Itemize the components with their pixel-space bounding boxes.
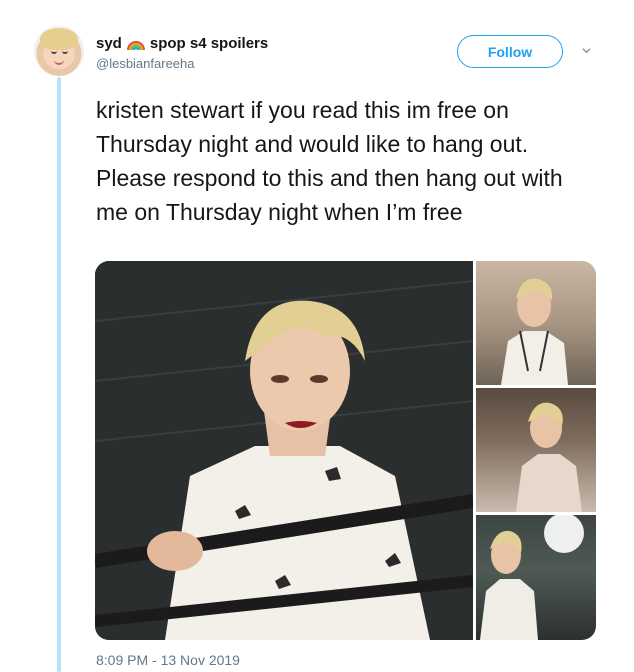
user-handle[interactable]: @lesbianfareeha [96,56,268,71]
photo-main-illustration [95,261,473,640]
photo-thumb-3-illustration [480,515,584,640]
photo-thumb-3[interactable] [476,515,596,640]
display-name-text: syd [96,35,122,52]
avatar[interactable] [34,26,84,76]
media-grid [95,261,596,640]
avatar-eye [51,51,57,54]
tweet-text: kristen stewart if you read this im free… [96,97,563,225]
avatar-hair [40,28,78,50]
rainbow-icon [126,40,145,50]
photo-thumb-1-illustration [501,278,568,385]
chevron-down-icon[interactable] [582,46,591,55]
photo-thumb-2-illustration [516,402,582,512]
display-name-suffix: spop s4 spoilers [149,35,269,52]
display-name[interactable]: syd spop s4 spoilers [96,35,268,52]
avatar-mouth [54,60,64,65]
photo-thumb-2[interactable] [476,388,596,512]
tweet-header: syd spop s4 spoilers @lesbianfareeha [96,35,268,71]
follow-button[interactable]: Follow [457,35,563,68]
thread-line [57,77,61,672]
photo-thumb-1[interactable] [476,261,596,385]
tweet-timestamp[interactable]: 8:09 PM - 13 Nov 2019 [96,652,240,668]
avatar-eye [62,51,68,54]
photo-main[interactable] [95,261,473,640]
